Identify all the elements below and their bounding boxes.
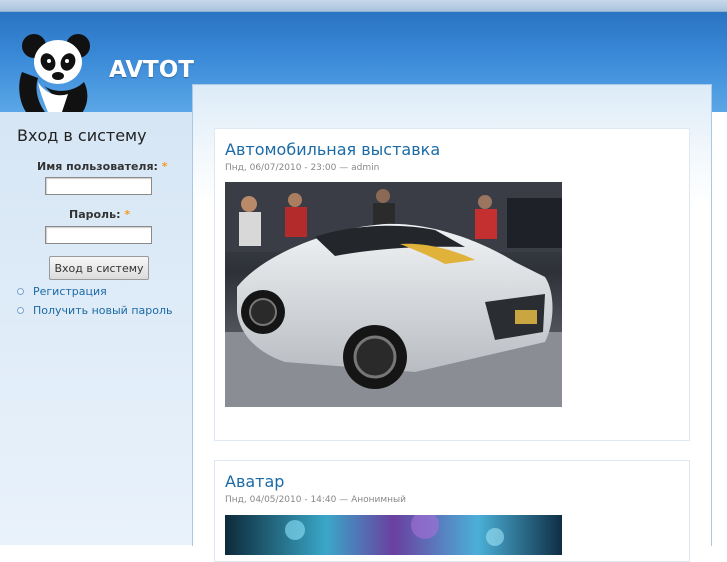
new-password-link[interactable]: Получить новый пароль xyxy=(17,304,172,317)
register-link[interactable]: Регистрация xyxy=(17,285,107,298)
username-input[interactable] xyxy=(45,177,152,195)
car-show-photo[interactable] xyxy=(225,182,562,407)
post-card: Автомобильная выставка Пнд, 06/07/2010 -… xyxy=(214,128,690,441)
login-button[interactable]: Вход в систему xyxy=(49,256,149,280)
post-meta: Пнд, 06/07/2010 - 23:00 — admin xyxy=(225,163,380,173)
panda-logo-icon[interactable] xyxy=(16,32,96,118)
site-name[interactable]: AVTOT xyxy=(109,57,194,83)
required-marker: * xyxy=(161,160,168,173)
username-label: Имя пользователя: * xyxy=(37,160,168,173)
post-title[interactable]: Автомобильная выставка xyxy=(225,140,440,159)
required-marker: * xyxy=(124,208,131,221)
password-input[interactable] xyxy=(45,226,152,244)
password-label: Пароль: * xyxy=(69,208,131,221)
post-title[interactable]: Аватар xyxy=(225,472,284,491)
bullet-icon xyxy=(17,288,24,295)
login-block-title: Вход в систему xyxy=(17,126,147,145)
bullet-icon xyxy=(17,307,24,314)
top-strip xyxy=(0,0,727,12)
post-card: Аватар Пнд, 04/05/2010 - 14:40 — Анонимн… xyxy=(214,460,690,562)
post-meta: Пнд, 04/05/2010 - 14:40 — Анонимный xyxy=(225,495,407,505)
avatar-movie-photo[interactable] xyxy=(225,515,562,555)
